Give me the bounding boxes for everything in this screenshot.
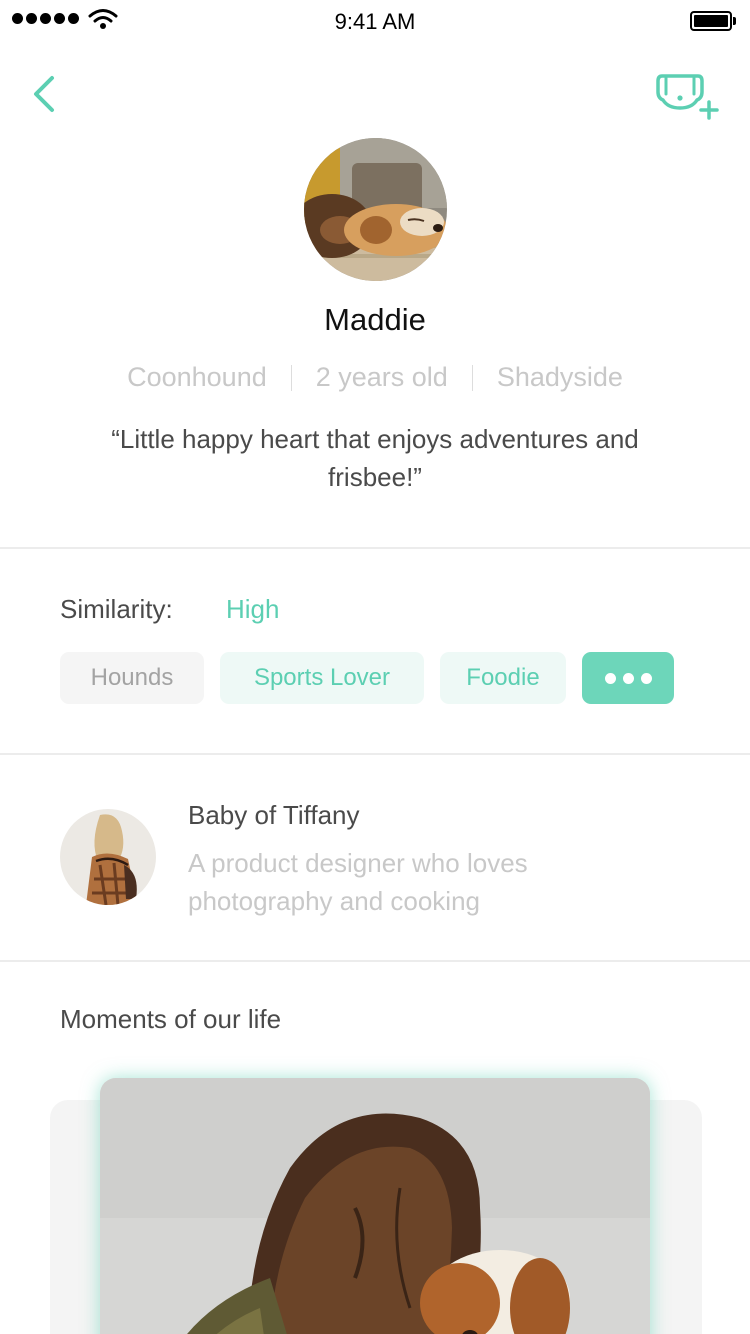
section-divider	[0, 547, 750, 549]
dog-profile-screen: 9:41 AM Maddie Coonhound 2 years old Sha…	[0, 0, 750, 1334]
similarity-value: High	[226, 594, 280, 624]
dog-quote: “Little happy heart that enjoys adventur…	[111, 424, 639, 492]
dog-meta-row: Coonhound 2 years old Shadyside	[0, 362, 750, 393]
meta-divider	[290, 364, 292, 391]
owner-avatar[interactable]	[60, 809, 156, 905]
add-dog-button[interactable]	[656, 70, 722, 122]
dog-name: Maddie	[324, 302, 426, 337]
tag-foodie[interactable]: Foodie	[440, 652, 566, 704]
more-dots-icon	[604, 672, 616, 684]
battery-icon	[690, 11, 736, 31]
more-tags-button[interactable]	[582, 652, 674, 704]
dog-age: 2 years old	[315, 362, 448, 392]
owner-photo-image	[60, 809, 156, 905]
moments-title: Moments of our life	[60, 1004, 282, 1034]
status-time: 9:41 AM	[334, 9, 416, 34]
dog-add-icon	[656, 74, 719, 120]
tag-sports-lover[interactable]: Sports Lover	[220, 652, 424, 704]
dog-location: Shadyside	[496, 362, 623, 392]
dog-avatar[interactable]	[304, 138, 447, 281]
section-divider	[0, 753, 750, 755]
status-bar: 9:41 AM	[0, 0, 750, 40]
moment-photo-image	[100, 1078, 650, 1334]
similarity-label: Similarity:	[60, 594, 173, 624]
meta-divider	[471, 364, 473, 391]
section-divider	[0, 960, 750, 962]
dog-photo-image	[304, 138, 447, 281]
chevron-left-icon	[34, 76, 54, 112]
owner-bio: A product designer who loves photography…	[188, 848, 528, 916]
dog-breed: Coonhound	[127, 362, 267, 392]
tag-hounds[interactable]: Hounds	[60, 652, 204, 704]
owner-title: Baby of Tiffany	[188, 800, 360, 830]
moment-photo-card[interactable]	[100, 1078, 650, 1334]
back-button[interactable]	[24, 70, 68, 118]
